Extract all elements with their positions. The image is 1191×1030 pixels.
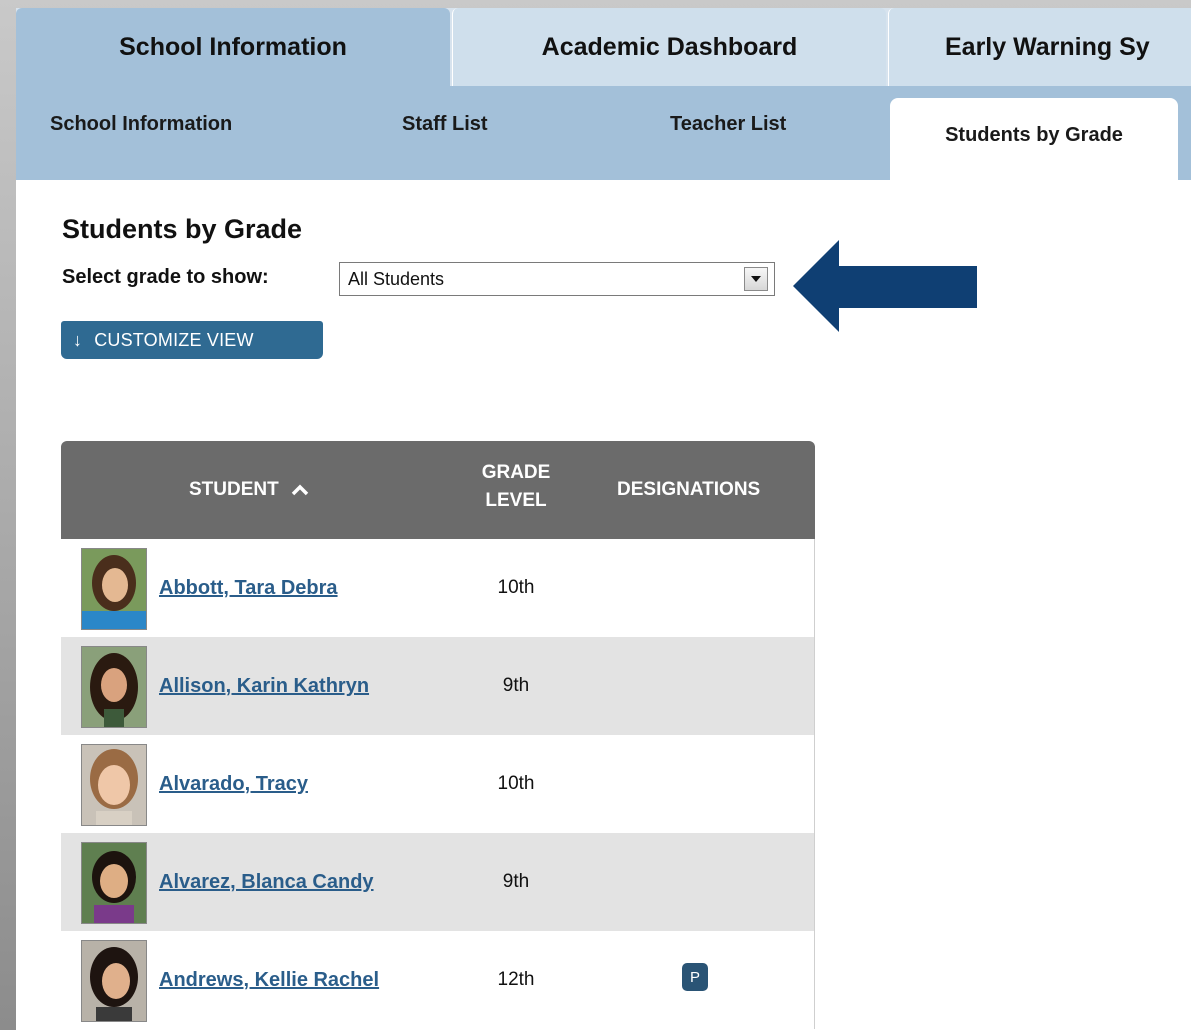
grade-select-value: All Students <box>348 268 445 289</box>
down-arrow-icon: ↓ <box>73 329 83 350</box>
avatar <box>81 646 147 728</box>
column-header-grade-level[interactable]: GRADE LEVEL <box>473 459 559 515</box>
subtab-students-by-grade[interactable]: Students by Grade <box>890 98 1178 182</box>
tab-school-information[interactable]: School Information <box>16 8 450 86</box>
subtab-teacher-list[interactable]: Teacher List <box>670 86 786 180</box>
column-header-grade-line2: LEVEL <box>485 490 547 511</box>
table-row: Andrews, Kellie Rachel 12th P <box>61 931 815 1029</box>
subtab-school-information[interactable]: School Information <box>50 86 232 180</box>
chevron-up-icon <box>291 484 308 496</box>
avatar <box>81 940 147 1022</box>
student-name-link[interactable]: Andrews, Kellie Rachel <box>159 931 429 1029</box>
table-header: STUDENT GRADE LEVEL DESIGNATIONS <box>61 441 815 539</box>
column-header-student[interactable]: STUDENT <box>189 479 309 501</box>
customize-view-label: CUSTOMIZE VIEW <box>94 329 254 350</box>
student-name-link[interactable]: Alvarado, Tracy <box>159 735 429 833</box>
dropdown-arrow-icon[interactable] <box>744 267 768 291</box>
student-name-link[interactable]: Abbott, Tara Debra <box>159 539 429 637</box>
grade-cell: 10th <box>497 577 535 598</box>
grade-cell: 9th <box>502 871 530 892</box>
grade-cell: 12th <box>497 969 535 990</box>
customize-view-button[interactable]: ↓ CUSTOMIZE VIEW <box>61 321 323 359</box>
sub-tab-bar: School Information Staff List Teacher Li… <box>16 86 1191 182</box>
student-name-link[interactable]: Allison, Karin Kathryn <box>159 637 429 735</box>
table-row: Alvarado, Tracy 10th <box>61 735 815 833</box>
main-tab-bar: School Information Academic Dashboard Ea… <box>16 8 1191 86</box>
app-window: School Information Academic Dashboard Ea… <box>16 8 1191 1030</box>
table-row: Abbott, Tara Debra 10th <box>61 539 815 637</box>
column-header-designations[interactable]: DESIGNATIONS <box>617 479 760 501</box>
avatar <box>81 548 147 630</box>
designation-badge[interactable]: P <box>682 963 708 991</box>
page-title: Students by Grade <box>62 214 303 244</box>
tab-academic-dashboard[interactable]: Academic Dashboard <box>452 8 886 86</box>
window-frame: School Information Academic Dashboard Ea… <box>0 0 1191 1030</box>
grade-select-label: Select grade to show: <box>62 266 269 288</box>
tab-early-warning[interactable]: Early Warning Sy <box>888 8 1191 86</box>
student-name-link[interactable]: Alvarez, Blanca Candy <box>159 833 429 931</box>
subtab-staff-list[interactable]: Staff List <box>402 86 488 180</box>
column-header-grade-line1: GRADE <box>481 462 551 483</box>
column-header-student-label: STUDENT <box>189 479 279 500</box>
grade-cell: 9th <box>502 675 530 696</box>
students-table: STUDENT GRADE LEVEL DESIGNATIONS Abbott,… <box>61 441 815 1029</box>
grade-cell: 10th <box>497 773 535 794</box>
grade-select-dropdown[interactable]: All Students <box>339 262 775 296</box>
table-row: Allison, Karin Kathryn 9th <box>61 637 815 735</box>
avatar <box>81 842 147 924</box>
avatar <box>81 744 147 826</box>
pointer-arrow-icon <box>793 240 977 332</box>
table-row: Alvarez, Blanca Candy 9th <box>61 833 815 931</box>
